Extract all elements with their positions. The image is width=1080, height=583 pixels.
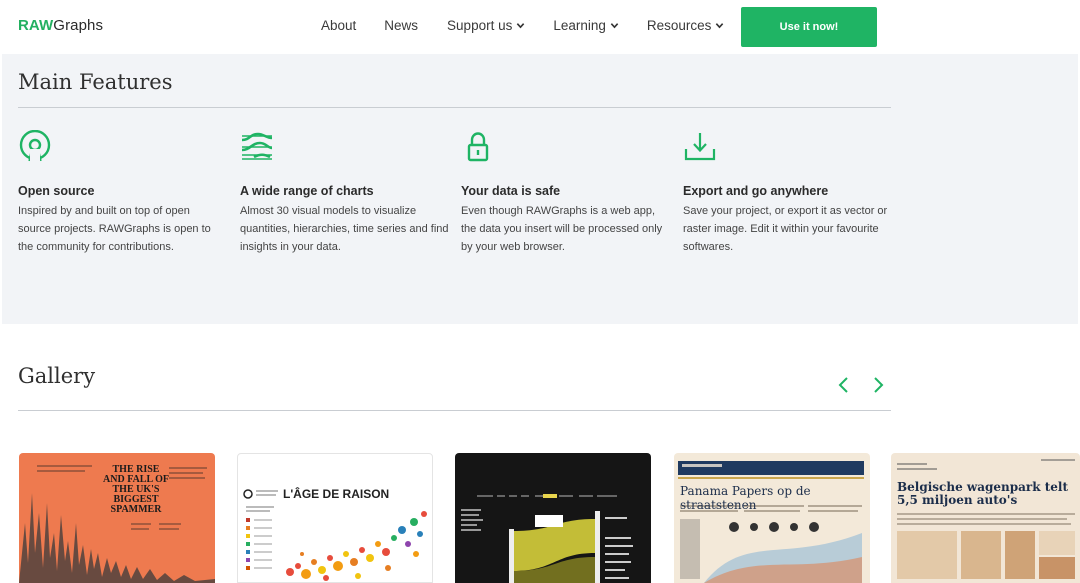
lock-icon <box>467 132 489 162</box>
gallery-card-age-de-raison[interactable]: L'ÂGE DE RAISON <box>237 453 433 583</box>
feature-title: Your data is safe <box>461 184 561 198</box>
gallery-title: Gallery <box>18 364 96 388</box>
feature-export: Export and go anywhere Save your project… <box>683 130 893 256</box>
age-de-raison-chart-thumbnail <box>243 489 427 581</box>
nav-resources-dropdown[interactable]: Resources <box>647 18 725 33</box>
open-source-icon <box>19 130 51 162</box>
nav-links: About News Support us Learning Resources <box>321 18 724 33</box>
features-divider <box>18 107 891 108</box>
panama-papers-thumbnail <box>678 461 864 583</box>
feature-description: Almost 30 visual models to visualize qua… <box>240 205 449 253</box>
gallery-card-spammer[interactable]: THE RISE AND FALL OF THE UK'S BIGGEST SP… <box>19 453 215 583</box>
logo-raw: RAW <box>18 17 54 34</box>
nav-support-label: Support us <box>447 18 513 33</box>
feature-title: Open source <box>18 184 95 198</box>
feature-description: Even though RAWGraphs is a web app, the … <box>461 205 663 253</box>
alluvial-chart-thumbnail <box>461 494 633 583</box>
charts-range-icon <box>241 132 273 160</box>
gallery-next-arrow-icon[interactable] <box>870 376 886 394</box>
rawgraphs-logo[interactable]: RAWGraphs <box>18 17 103 34</box>
nav-news-link[interactable]: News <box>384 18 418 33</box>
feature-description: Save your project, or export it as vecto… <box>683 205 888 253</box>
main-features-section: Main Features Open source Inspired by an… <box>2 54 1078 324</box>
gallery-prev-arrow-icon[interactable] <box>836 376 852 394</box>
gallery-card-wagenpark[interactable]: Belgische wagenpark telt 5,5 miljoen aut… <box>891 453 1080 583</box>
feature-open-source: Open source Inspired by and built on top… <box>18 130 223 256</box>
gallery-divider <box>18 410 891 411</box>
chevron-down-icon <box>716 23 724 29</box>
feature-title: Export and go anywhere <box>683 184 829 198</box>
feature-data-safe: Your data is safe Even though RAWGraphs … <box>461 130 671 256</box>
card-headline: Belgische wagenpark telt 5,5 miljoen aut… <box>897 480 1068 507</box>
use-it-now-button[interactable]: Use it now! <box>741 7 877 47</box>
nav-about-link[interactable]: About <box>321 18 356 33</box>
feature-title: A wide range of charts <box>240 184 374 198</box>
feature-charts-range: A wide range of charts Almost 30 visual … <box>240 130 450 256</box>
chevron-down-icon <box>610 23 619 29</box>
nav-news-label: News <box>384 18 419 33</box>
logo-graphs: Graphs <box>53 17 104 34</box>
chevron-down-icon <box>517 23 525 29</box>
card-headline: L'ÂGE DE RAISON <box>283 487 390 501</box>
wagenpark-thumbnail <box>897 459 1075 579</box>
download-icon <box>684 133 716 161</box>
top-nav: RAWGraphs About News Support us Learning… <box>0 0 1080 54</box>
nav-support-dropdown[interactable]: Support us <box>447 18 525 33</box>
gallery-card-alluvial[interactable] <box>455 453 651 583</box>
nav-about-label: About <box>321 18 357 33</box>
card-headline: THE RISE AND FALL OF THE UK'S BIGGEST SP… <box>103 464 169 515</box>
main-features-title: Main Features <box>18 70 173 94</box>
nav-resources-label: Resources <box>646 18 712 33</box>
nav-learning-dropdown[interactable]: Learning <box>553 18 619 33</box>
gallery-card-panama-papers[interactable]: Panama Papers op de straatstenen <box>674 453 870 583</box>
nav-learning-label: Learning <box>553 18 606 33</box>
card-headline: Panama Papers op de straatstenen <box>680 484 811 512</box>
feature-description: Inspired by and built on top of open sou… <box>18 205 211 253</box>
